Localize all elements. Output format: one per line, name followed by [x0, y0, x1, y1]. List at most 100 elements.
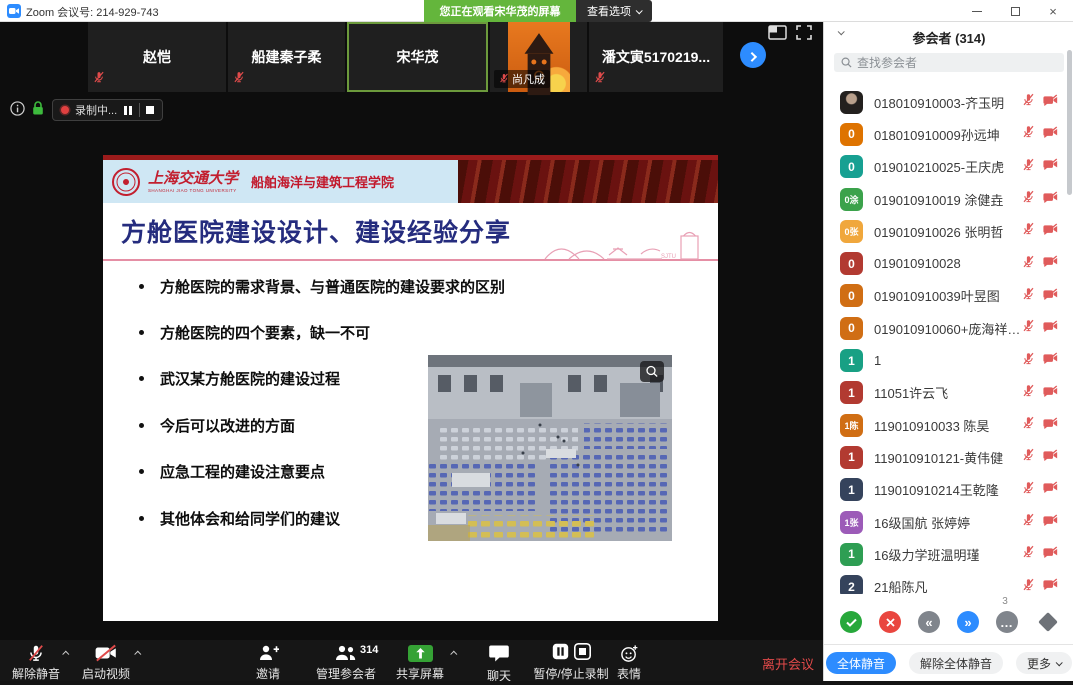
- gallery-view-icon[interactable]: [768, 25, 787, 45]
- meeting-info-icon[interactable]: [10, 101, 25, 121]
- participant-row[interactable]: 111051许云飞: [824, 377, 1073, 409]
- feedback-no-button[interactable]: [879, 611, 901, 633]
- nonverbal-feedback-row: « » …: [824, 610, 1073, 634]
- camera-off-icon: [1043, 222, 1058, 240]
- participant-row[interactable]: 018010910003-齐玉明: [824, 86, 1073, 118]
- video-tile[interactable]: 尚凡成: [490, 22, 587, 92]
- more-feedback-button[interactable]: …: [996, 611, 1018, 633]
- participant-row[interactable]: 1张16级国航 张婷婷: [824, 506, 1073, 538]
- image-zoom-icon: [640, 361, 664, 382]
- zoom-app-icon: [7, 4, 21, 18]
- view-options-button[interactable]: 查看选项: [576, 0, 652, 22]
- mic-muted-icon: [594, 70, 606, 88]
- sjtu-emblem-icon: [111, 167, 141, 197]
- pause-stop-recording-button[interactable]: 暂停/停止录制: [528, 643, 614, 682]
- invite-button[interactable]: 邀请: [244, 643, 292, 682]
- bullet-dot: [139, 376, 144, 381]
- mute-all-button[interactable]: 全体静音: [826, 652, 896, 674]
- university-logo-block: 上海交通大学 SHANGHAI JIAO TONG UNIVERSITY 船舶海…: [103, 160, 458, 203]
- participant-row[interactable]: 0018010910009孙远坤: [824, 118, 1073, 150]
- mic-muted-icon: [1022, 448, 1035, 466]
- stop-icon[interactable]: [574, 643, 591, 663]
- participant-row[interactable]: 0涂 019010910019 涂健垚: [824, 183, 1073, 215]
- campus-skyline-art: SJTU: [541, 231, 711, 261]
- close-button[interactable]: ×: [1038, 0, 1068, 22]
- camera-off-icon: [1043, 416, 1058, 434]
- participant-list: 018010910003-齐玉明 0018010910009孙远坤 001901…: [824, 86, 1073, 594]
- camera-off-icon: [1043, 125, 1058, 143]
- fullscreen-icon[interactable]: [796, 25, 812, 45]
- maximize-button[interactable]: [1000, 0, 1030, 22]
- participant-row[interactable]: 116级力学班温明瑾: [824, 538, 1073, 570]
- chevron-down-icon: [636, 7, 643, 14]
- participant-name: 21船陈凡: [874, 577, 1022, 594]
- participant-row[interactable]: 11: [824, 344, 1073, 376]
- recording-dot-icon: [61, 106, 69, 114]
- mic-muted-icon: [1022, 578, 1035, 594]
- participant-row[interactable]: 0019010210025-王庆虎: [824, 151, 1073, 183]
- chevron-down-icon: [1056, 659, 1063, 666]
- manage-participants-button[interactable]: 管理参会者 314: [310, 643, 382, 682]
- unmute-button[interactable]: 解除静音: [8, 643, 64, 682]
- participant-avatar: 0: [840, 284, 863, 307]
- leave-meeting-button[interactable]: 离开会议: [762, 654, 814, 673]
- participant-name: 019010210025-王庆虎: [874, 157, 1022, 176]
- participant-row[interactable]: 1陈119010910033 陈昊: [824, 409, 1073, 441]
- divider: [139, 103, 140, 117]
- participant-name: 019010910019 涂健垚: [874, 190, 1022, 209]
- camera-off-icon: [1043, 384, 1058, 402]
- share-screen-button[interactable]: 共享屏幕: [392, 643, 448, 682]
- start-video-button[interactable]: 启动视频: [78, 643, 134, 682]
- stop-recording-icon[interactable]: [146, 106, 154, 114]
- participant-avatar: 0: [840, 123, 863, 146]
- camera-off-icon: [95, 643, 117, 663]
- participant-avatar: 1: [840, 349, 863, 372]
- mic-muted-icon: [1022, 93, 1035, 111]
- video-tile[interactable]: 赵恺: [88, 22, 226, 92]
- reactions-button[interactable]: 表情: [608, 643, 650, 682]
- camera-off-icon: [1043, 158, 1058, 176]
- unmute-all-button[interactable]: 解除全体静音: [909, 652, 1003, 674]
- video-options-chevron[interactable]: [134, 651, 141, 658]
- participant-name: 宋华茂: [397, 47, 439, 67]
- participant-row[interactable]: 0张019010910026 张明哲: [824, 215, 1073, 247]
- participant-row[interactable]: 0019010910028: [824, 247, 1073, 279]
- watching-screen-banner: 您正在观看宋华茂的屏幕: [424, 0, 576, 22]
- participant-avatar: 1: [840, 446, 863, 469]
- go-slower-button[interactable]: «: [918, 611, 940, 633]
- search-participants-input[interactable]: 查找参会者: [834, 53, 1064, 72]
- invite-person-icon: [257, 643, 279, 663]
- mic-muted-icon: [499, 73, 509, 86]
- participant-row[interactable]: 221船陈凡: [824, 570, 1073, 594]
- participant-row[interactable]: 1119010910121-黄伟健: [824, 441, 1073, 473]
- pause-icon[interactable]: [552, 643, 569, 663]
- chat-button[interactable]: 聊天: [476, 643, 522, 684]
- participant-avatar: 0张: [840, 220, 863, 243]
- video-tile[interactable]: 宋华茂: [347, 22, 488, 92]
- more-button[interactable]: 更多: [1016, 652, 1072, 674]
- slide-bullet: 方舱医院的需求背景、与普通医院的建设要求的区别: [131, 263, 696, 309]
- participant-avatar: 0涂: [840, 188, 863, 211]
- mic-muted-icon: [1022, 158, 1035, 176]
- feedback-yes-button[interactable]: [840, 611, 862, 633]
- video-tile[interactable]: 船建秦子柔: [228, 22, 345, 92]
- next-participants-button[interactable]: [740, 42, 766, 68]
- minimize-button[interactable]: [962, 0, 992, 22]
- clear-feedback-icon[interactable]: [1038, 612, 1058, 632]
- go-faster-button[interactable]: »: [957, 611, 979, 633]
- pause-recording-icon[interactable]: [123, 106, 133, 115]
- scrollbar-thumb[interactable]: [1067, 50, 1072, 195]
- share-options-chevron[interactable]: [450, 651, 457, 658]
- slide-bullet: 方舱医院的四个要素，缺一不可: [131, 309, 696, 355]
- participant-row[interactable]: 0019010910039叶昱图: [824, 280, 1073, 312]
- camera-off-icon: [1043, 287, 1058, 305]
- video-tile[interactable]: 潘文寅5170219...: [589, 22, 723, 92]
- mic-muted-icon: [1022, 416, 1035, 434]
- camera-off-icon: [1043, 255, 1058, 273]
- participant-row[interactable]: 0019010910060+庞海祥+船建学...: [824, 312, 1073, 344]
- participant-row[interactable]: 1119010910214王乾隆: [824, 474, 1073, 506]
- school-name: 船舶海洋与建筑工程学院: [251, 172, 394, 191]
- chat-bubble-icon: [489, 643, 509, 663]
- university-name-en: SHANGHAI JIAO TONG UNIVERSITY: [148, 188, 238, 193]
- mic-muted-icon: [27, 643, 45, 663]
